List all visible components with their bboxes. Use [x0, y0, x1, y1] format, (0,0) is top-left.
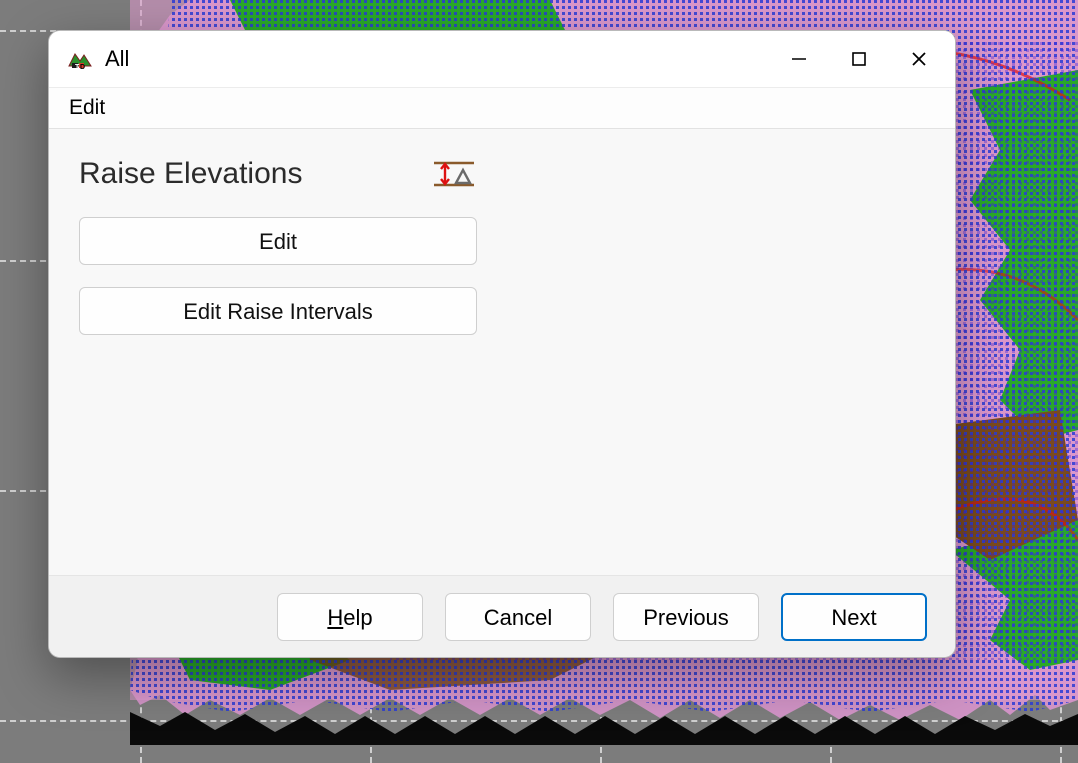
close-button[interactable] [889, 35, 949, 83]
maximize-button[interactable] [829, 35, 889, 83]
edit-raise-intervals-button[interactable]: Edit Raise Intervals [79, 287, 477, 335]
menu-edit[interactable]: Edit [63, 92, 111, 124]
app-icon: T D [67, 48, 93, 70]
minimize-button[interactable] [769, 35, 829, 83]
cancel-button[interactable]: Cancel [445, 593, 591, 641]
next-button[interactable]: Next [781, 593, 927, 641]
edit-button[interactable]: Edit [79, 217, 477, 265]
section-title: Raise Elevations [79, 157, 302, 191]
help-accelerator: H [327, 605, 343, 630]
titlebar[interactable]: T D All [49, 31, 955, 87]
menubar: Edit [49, 87, 955, 129]
help-label-rest: elp [343, 605, 372, 630]
raise-elevations-dialog: T D All Edit Raise Elevations [48, 30, 956, 658]
window-title: All [105, 46, 769, 72]
dialog-content: Raise Elevations Edit Edit Raise Interva… [49, 129, 955, 575]
raise-elevations-icon [432, 159, 476, 189]
svg-text:D: D [80, 64, 85, 70]
help-button[interactable]: Help [277, 593, 423, 641]
previous-button[interactable]: Previous [613, 593, 759, 641]
dialog-footer: Help Cancel Previous Next [49, 575, 955, 657]
